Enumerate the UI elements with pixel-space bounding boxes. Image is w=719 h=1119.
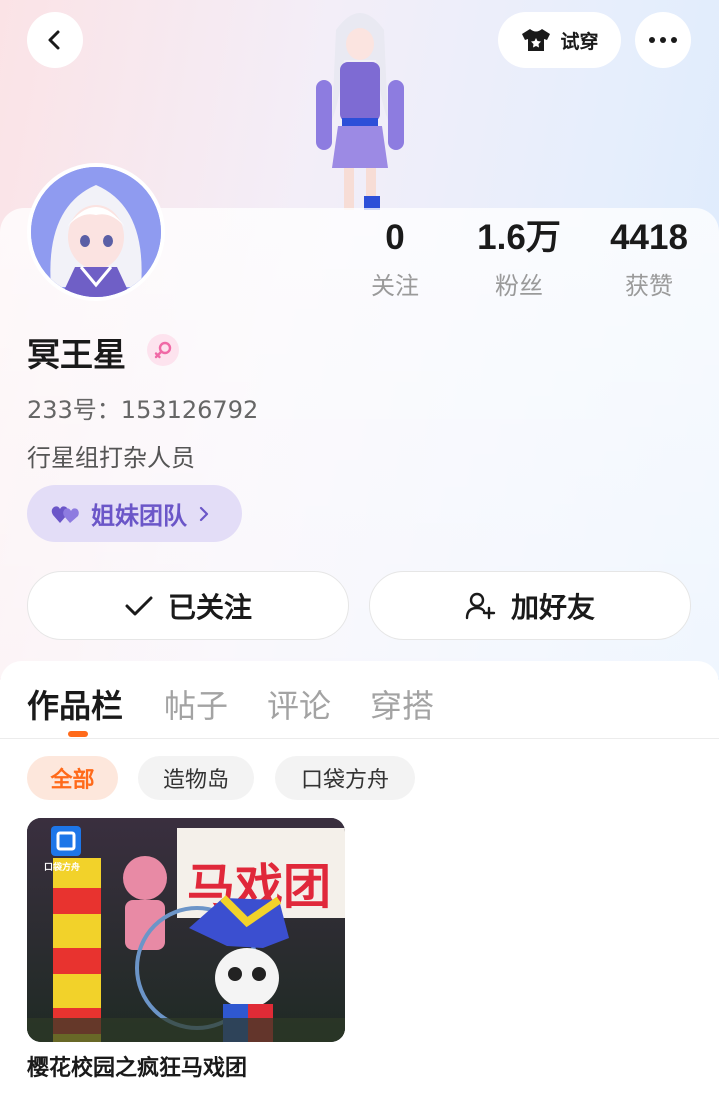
stat-value: 1.6万: [477, 218, 561, 257]
stat-label: 粉丝: [495, 272, 543, 300]
add-friend-button[interactable]: 加好友: [369, 571, 691, 640]
stat-likes[interactable]: 4418 获赞: [594, 216, 704, 301]
user-id: 233号：153126792: [27, 396, 259, 424]
tab-comments[interactable]: 评论: [267, 681, 331, 727]
try-on-label: 试穿: [560, 30, 599, 53]
content-panel: 作品栏 帖子 评论 穿搭 全部 造物岛 口袋方舟 马戏团 口袋方舟 樱花校园之疯…: [0, 661, 719, 1119]
female-symbol: [154, 341, 172, 359]
stat-value: 0: [385, 218, 405, 257]
more-dot: [660, 37, 666, 43]
chevron-left-icon: [48, 30, 60, 50]
filter-chip-pocket-ark[interactable]: 口袋方舟: [275, 756, 415, 800]
active-tab-indicator: [68, 731, 88, 737]
cover-logo-text: 口袋方舟: [44, 861, 80, 873]
work-cover-image: 马戏团 口袋方舟: [27, 818, 345, 1042]
more-dots-icon: [649, 37, 655, 43]
more-dot: [671, 37, 677, 43]
stat-following[interactable]: 0 关注: [340, 216, 450, 301]
stat-label: 关注: [371, 272, 419, 300]
tab-posts[interactable]: 帖子: [164, 681, 228, 727]
avatar-character-image: [31, 167, 161, 297]
chevron-right-icon: [199, 506, 209, 521]
check-icon: [125, 596, 153, 615]
tshirt-icon: [522, 29, 551, 51]
work-title[interactable]: 樱花校园之疯狂马戏团: [27, 1050, 247, 1082]
character-figure-illustration: [316, 13, 404, 210]
avatar[interactable]: [27, 163, 165, 301]
followed-label: 已关注: [167, 590, 252, 624]
tab-outfits[interactable]: 穿搭: [370, 681, 434, 727]
stat-followers[interactable]: 1.6万 粉丝: [464, 216, 574, 301]
more-options-button[interactable]: [635, 12, 691, 68]
add-friend-label: 加好友: [510, 590, 595, 624]
filter-chip-all[interactable]: 全部: [27, 756, 118, 800]
filter-chip-creation-island[interactable]: 造物岛: [138, 756, 254, 800]
tab-works[interactable]: 作品栏: [27, 681, 123, 727]
add-user-icon: [465, 592, 496, 619]
stat-label: 获赞: [625, 272, 673, 300]
back-button[interactable]: [27, 12, 83, 68]
female-icon: [147, 334, 179, 366]
tab-divider: [0, 738, 719, 739]
try-on-button[interactable]: 试穿: [498, 12, 621, 68]
profile-name: 冥王星: [27, 335, 126, 374]
followed-button[interactable]: 已关注: [27, 571, 349, 640]
work-card[interactable]: 马戏团 口袋方舟: [27, 818, 345, 1042]
profile-bio: 行星组打杂人员: [27, 444, 195, 472]
double-heart-icon: [51, 505, 79, 523]
stat-value: 4418: [610, 218, 688, 257]
team-badge-button[interactable]: 姐妹团队: [27, 485, 242, 542]
team-label: 姐妹团队: [91, 502, 187, 530]
